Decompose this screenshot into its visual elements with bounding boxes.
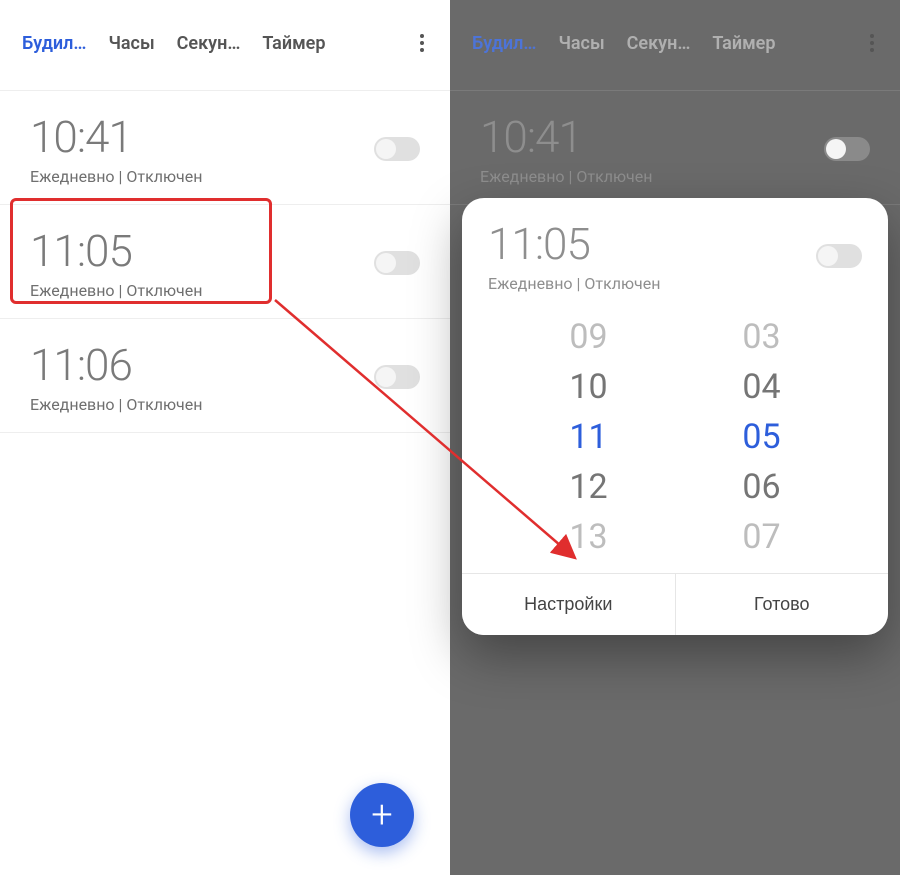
hour-picker-column[interactable]: 09 10 11 12 13 <box>569 317 607 557</box>
alarm-row[interactable]: 10:41 Ежедневно | Отключен <box>0 90 450 205</box>
sheet-alarm-subtitle: Ежедневно | Отключен <box>488 274 660 293</box>
tab-stopwatch[interactable]: Секун… <box>627 33 691 54</box>
minute-option[interactable]: 06 <box>742 467 780 507</box>
plus-icon: + <box>371 793 392 837</box>
alarm-subtitle: Ежедневно | Отключен <box>30 395 202 414</box>
alarm-row[interactable]: 11:06 Ежедневно | Отключен <box>0 319 450 433</box>
minute-picker-column[interactable]: 03 04 05 06 07 <box>742 317 780 557</box>
alarm-subtitle: Ежедневно | Отключен <box>30 167 202 186</box>
alarm-toggle <box>824 137 870 161</box>
tab-bar: Будил… Часы Секун… Таймер <box>450 0 900 72</box>
alarm-subtitle: Ежедневно | Отключен <box>30 281 202 300</box>
settings-button[interactable]: Настройки <box>462 574 676 635</box>
hour-option[interactable]: 09 <box>569 317 607 357</box>
alarm-toggle[interactable] <box>374 251 420 275</box>
alarm-time: 10:41 <box>480 111 652 163</box>
sheet-alarm-toggle[interactable] <box>816 244 862 268</box>
tab-stopwatch[interactable]: Секун… <box>177 33 241 54</box>
alarm-list-dimmed: 10:41 Ежедневно | Отключен <box>450 90 900 205</box>
screen-alarm-edit-sheet: Будил… Часы Секун… Таймер 10:41 Ежедневн… <box>450 0 900 875</box>
hour-option-selected[interactable]: 11 <box>569 417 607 457</box>
alarm-time: 11:05 <box>30 225 202 277</box>
add-alarm-fab[interactable]: + <box>350 783 414 847</box>
alarm-list: 10:41 Ежедневно | Отключен 11:05 Ежеднев… <box>0 90 450 433</box>
minute-option[interactable]: 04 <box>742 367 780 407</box>
hour-option[interactable]: 13 <box>569 517 607 557</box>
minute-option-selected[interactable]: 05 <box>742 417 780 457</box>
alarm-time: 11:06 <box>30 339 202 391</box>
done-button[interactable]: Готово <box>676 574 889 635</box>
tab-clock[interactable]: Часы <box>108 33 154 54</box>
sheet-alarm-time: 11:05 <box>488 218 660 270</box>
hour-option[interactable]: 10 <box>569 367 607 407</box>
more-menu-icon[interactable] <box>416 28 428 58</box>
tab-alarm[interactable]: Будил… <box>22 33 86 54</box>
sheet-action-bar: Настройки Готово <box>462 573 888 635</box>
tab-bar: Будил… Часы Секун… Таймер <box>0 0 450 72</box>
time-picker[interactable]: 09 10 11 12 13 03 04 05 06 07 <box>462 311 888 573</box>
minute-option[interactable]: 03 <box>742 317 780 357</box>
hour-option[interactable]: 12 <box>569 467 607 507</box>
tab-timer[interactable]: Таймер <box>262 33 325 54</box>
alarm-toggle[interactable] <box>374 137 420 161</box>
alarm-toggle[interactable] <box>374 365 420 389</box>
alarm-subtitle: Ежедневно | Отключен <box>480 167 652 186</box>
alarm-row: 10:41 Ежедневно | Отключен <box>450 90 900 205</box>
tab-alarm[interactable]: Будил… <box>472 33 536 54</box>
tab-clock[interactable]: Часы <box>558 33 604 54</box>
tab-timer[interactable]: Таймер <box>712 33 775 54</box>
more-menu-icon[interactable] <box>866 28 878 58</box>
screen-alarm-list: Будил… Часы Секун… Таймер 10:41 Ежедневн… <box>0 0 450 875</box>
alarm-row[interactable]: 11:05 Ежедневно | Отключен <box>0 205 450 319</box>
alarm-time: 10:41 <box>30 111 202 163</box>
alarm-edit-sheet: 11:05 Ежедневно | Отключен 09 10 11 12 1… <box>462 198 888 635</box>
minute-option[interactable]: 07 <box>742 517 780 557</box>
